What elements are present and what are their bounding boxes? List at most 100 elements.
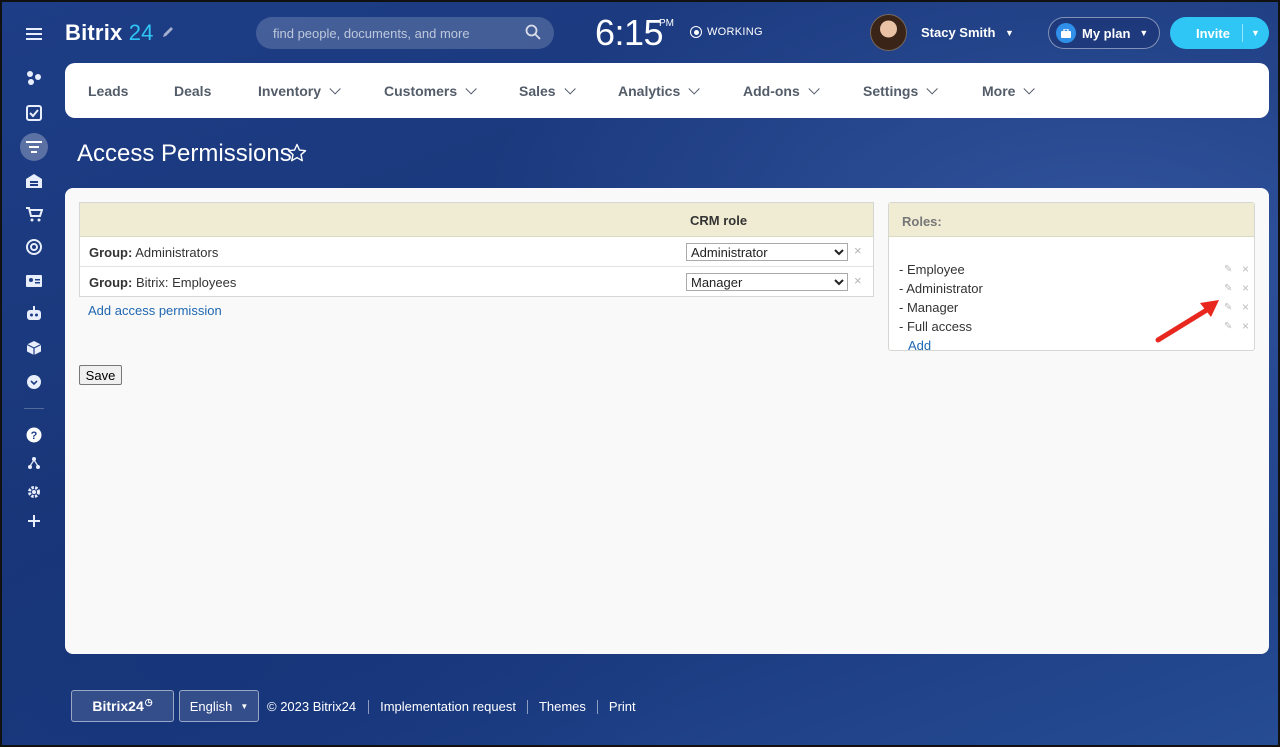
sitemap-icon[interactable] [20, 449, 48, 477]
language-selector[interactable]: English ▼ [179, 690, 259, 722]
pencil-icon[interactable]: ✎ [1224, 283, 1232, 294]
brand-name: Bitrix [65, 20, 123, 45]
nav-item-label: More [982, 83, 1016, 99]
delete-icon[interactable]: × [854, 273, 862, 288]
my-plan-label: My plan [1082, 25, 1131, 41]
footer-divider [526, 699, 528, 714]
avatar[interactable] [870, 14, 907, 51]
role-name: - Administrator [899, 281, 983, 296]
briefcase-icon [1056, 23, 1076, 43]
nav-item-more[interactable]: More [982, 83, 1036, 99]
work-status[interactable]: WORKING [690, 26, 763, 38]
menu-icon[interactable] [20, 20, 48, 48]
nav-item-label: Leads [88, 83, 129, 99]
clock-period: PM [659, 18, 674, 29]
user-name[interactable]: Stacy Smith [921, 25, 995, 40]
app-window: ? Bitrix 24 6:15 PM WORKING Stacy Smith … [0, 0, 1280, 747]
role-name: - Manager [899, 300, 959, 315]
shop-icon[interactable] [20, 200, 48, 228]
svg-text:?: ? [31, 430, 38, 442]
warehouse-icon[interactable] [20, 167, 48, 195]
chevron-down-icon [926, 83, 939, 95]
pencil-icon[interactable]: ✎ [1224, 321, 1232, 332]
table-row: Group: Administrators Administrator × [80, 237, 873, 267]
delete-icon[interactable]: × [1242, 319, 1249, 333]
invite-divider [1242, 24, 1243, 42]
nav-item-leads[interactable]: Leads [88, 83, 128, 99]
goals-icon[interactable] [20, 233, 48, 261]
feed-icon[interactable] [20, 64, 48, 92]
work-status-label: WORKING [707, 26, 763, 38]
nav-item-add-ons[interactable]: Add-ons [743, 83, 820, 99]
search-input[interactable] [256, 17, 516, 49]
brand-number: 24 [128, 20, 154, 45]
group-label: Group: Bitrix: Employees [89, 275, 236, 290]
role-select[interactable]: Manager [686, 273, 848, 291]
nav-item-deals[interactable]: Deals [174, 83, 211, 99]
themes-link[interactable]: Themes [539, 699, 586, 714]
invite-label: Invite [1196, 25, 1230, 41]
pencil-icon[interactable] [161, 25, 175, 42]
caret-down-icon[interactable]: ▼ [1251, 28, 1260, 38]
footer-divider [596, 699, 598, 714]
nav-item-settings[interactable]: Settings [863, 83, 939, 99]
nav-item-label: Settings [863, 83, 919, 99]
group-prefix: Group: [89, 245, 133, 260]
rail-divider [24, 408, 44, 409]
nav-item-sales[interactable]: Sales [519, 83, 576, 99]
print-link[interactable]: Print [609, 699, 636, 714]
help-icon[interactable]: ? [20, 421, 48, 449]
roles-header-label: Roles: [902, 214, 942, 229]
delete-icon[interactable]: × [1242, 262, 1249, 276]
delete-icon[interactable]: × [1242, 281, 1249, 295]
contact-card-icon[interactable] [20, 267, 48, 295]
nav-item-label: Analytics [618, 83, 681, 99]
clock-time[interactable]: 6:15 [595, 12, 664, 54]
search-box[interactable] [256, 17, 554, 49]
search-icon[interactable] [525, 24, 541, 45]
caret-down-icon: ▼ [1139, 28, 1149, 38]
record-icon [690, 26, 702, 38]
chevron-down-icon [808, 83, 820, 95]
crm-nav-bar: Leads Deals Inventory Customers Sales An… [65, 63, 1269, 118]
group-name: Bitrix: Employees [135, 275, 237, 290]
package-icon[interactable] [20, 334, 48, 362]
footer-brand-label: Bitrix24 [92, 698, 144, 714]
table-header: CRM role [80, 203, 873, 237]
nav-item-label: Inventory [258, 83, 322, 99]
robot-icon[interactable] [20, 300, 48, 328]
pencil-icon[interactable]: ✎ [1224, 264, 1232, 275]
delete-icon[interactable]: × [1242, 300, 1249, 314]
crm-icon[interactable] [20, 133, 48, 161]
left-rail: ? [2, 2, 66, 745]
implementation-request-link[interactable]: Implementation request [380, 699, 516, 714]
brand-logo[interactable]: Bitrix 24 [65, 20, 154, 46]
footer-links: © 2023 Bitrix24 Implementation request T… [267, 699, 636, 714]
chevron-down-icon [688, 83, 701, 95]
add-access-permission-link[interactable]: Add access permission [88, 303, 222, 318]
tasks-icon[interactable] [20, 99, 48, 127]
add-role-link[interactable]: Add [908, 338, 931, 353]
chevron-down-icon [329, 83, 341, 95]
nav-item-label: Sales [519, 83, 556, 99]
pencil-icon[interactable]: ✎ [1224, 302, 1232, 313]
permissions-table: CRM role Group: Administrators Administr… [79, 202, 874, 297]
list-item: - Employee ✎ × [899, 262, 1249, 277]
delete-icon[interactable]: × [854, 243, 862, 258]
caret-down-icon[interactable]: ▼ [1005, 28, 1014, 38]
role-select[interactable]: Administrator [686, 243, 848, 261]
invite-button[interactable]: Invite ▼ [1170, 17, 1269, 49]
annotation-arrow [1152, 296, 1222, 353]
save-button[interactable]: Save [79, 365, 122, 385]
more-icon[interactable] [20, 368, 48, 396]
nav-item-label: Deals [174, 83, 212, 99]
nav-item-inventory[interactable]: Inventory [258, 83, 341, 99]
nav-item-customers[interactable]: Customers [384, 83, 477, 99]
footer-brand-button[interactable]: Bitrix24 ◷ [71, 690, 174, 722]
add-icon[interactable] [20, 507, 48, 535]
role-name: - Employee [899, 262, 965, 277]
my-plan-button[interactable]: My plan ▼ [1048, 17, 1160, 49]
star-icon[interactable] [287, 143, 307, 168]
settings-icon[interactable] [20, 478, 48, 506]
nav-item-analytics[interactable]: Analytics [618, 83, 701, 99]
